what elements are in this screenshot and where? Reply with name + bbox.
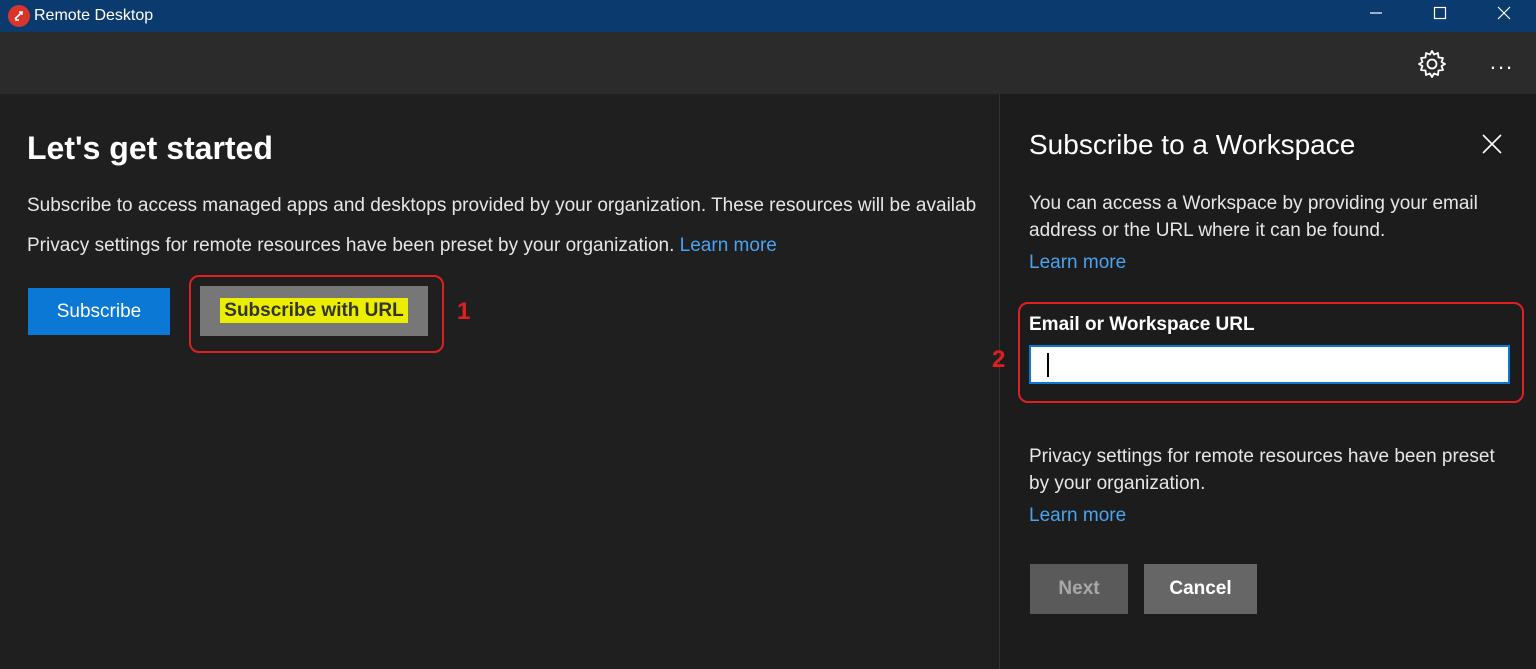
- close-icon: [1482, 134, 1502, 154]
- panel-learn-more-link[interactable]: Learn more: [1029, 252, 1126, 274]
- close-icon: [1497, 6, 1511, 20]
- maximize-button[interactable]: [1408, 0, 1472, 32]
- main-content: Let's get started Subscribe to access ma…: [0, 94, 999, 669]
- gear-icon: [1418, 50, 1446, 78]
- remote-desktop-icon: [8, 5, 30, 27]
- more-options-button[interactable]: ...: [1480, 48, 1524, 80]
- window-title: Remote Desktop: [34, 7, 154, 24]
- subscribe-panel: Subscribe to a Workspace You can access …: [992, 94, 1536, 669]
- privacy-text: Privacy settings for remote resources ha…: [27, 235, 675, 256]
- learn-more-link[interactable]: Learn more: [680, 235, 777, 256]
- minimize-icon: [1370, 12, 1382, 14]
- app-toolbar: ...: [0, 32, 1536, 94]
- main-privacy-text: Privacy settings for remote resources ha…: [27, 235, 777, 257]
- panel-privacy-text: Privacy settings for remote resources ha…: [1029, 446, 1495, 494]
- workspace-url-input[interactable]: [1029, 345, 1510, 384]
- text-caret: [1047, 353, 1049, 377]
- close-window-button[interactable]: [1472, 0, 1536, 32]
- panel-privacy-learn-more-link[interactable]: Learn more: [1029, 505, 1126, 527]
- settings-button[interactable]: [1416, 48, 1448, 80]
- panel-close-button[interactable]: [1478, 130, 1506, 158]
- minimize-button[interactable]: [1344, 0, 1408, 32]
- subscribe-button[interactable]: Subscribe: [28, 288, 170, 335]
- main-description: Subscribe to access managed apps and des…: [27, 195, 977, 216]
- next-button[interactable]: Next: [1030, 564, 1128, 614]
- annotation-number-1: 1: [457, 298, 471, 325]
- panel-description: You can access a Workspace by providing …: [1029, 193, 1478, 241]
- subscribe-with-url-button[interactable]: Subscribe with URL: [200, 286, 428, 336]
- annotation-number-2: 2: [992, 346, 1006, 373]
- cancel-button[interactable]: Cancel: [1144, 564, 1257, 614]
- page-title: Let's get started: [27, 130, 273, 166]
- title-bar: Remote Desktop: [0, 0, 1536, 32]
- workspace-url-label: Email or Workspace URL: [1029, 314, 1255, 335]
- panel-title: Subscribe to a Workspace: [1029, 129, 1356, 160]
- maximize-icon: [1433, 6, 1447, 20]
- subscribe-with-url-label: Subscribe with URL: [220, 298, 408, 323]
